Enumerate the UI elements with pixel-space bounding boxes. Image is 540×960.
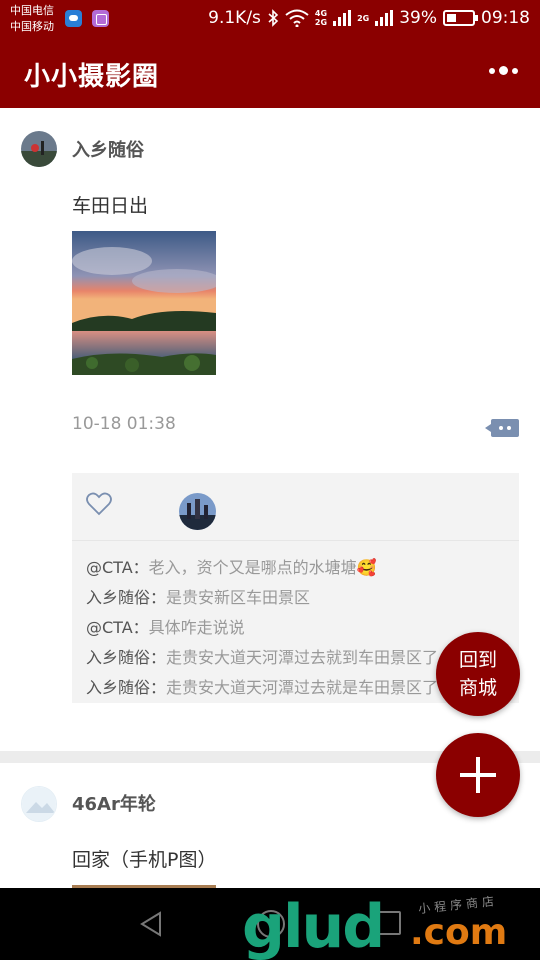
post-time: 10-18 01:38	[72, 414, 176, 434]
post-text: 车田日出	[72, 195, 149, 217]
watermark-logo: glud	[242, 892, 385, 960]
avatar[interactable]	[21, 131, 57, 167]
heart-icon[interactable]	[86, 492, 112, 516]
comment-text: 走贵安大道天河潭过去就是车田景区了	[166, 678, 439, 697]
net-speed: 9.1K/s	[208, 8, 261, 28]
signal-2-icon	[375, 10, 394, 26]
comment-author[interactable]: 入乡随俗：	[86, 678, 166, 697]
battery-percent: 39%	[399, 8, 437, 28]
gallery-notification-icon	[92, 10, 109, 27]
bluetooth-icon	[268, 9, 279, 27]
post-text: 回家（手机P图）	[72, 849, 217, 871]
avatar[interactable]	[21, 786, 57, 822]
more-dots-icon[interactable]	[489, 66, 518, 75]
comment-text: 是贵安新区车田景区	[166, 588, 311, 607]
battery-icon	[443, 10, 478, 26]
post-photo[interactable]	[72, 231, 216, 375]
post-username[interactable]: 46Ar年轮	[72, 790, 156, 816]
carrier-2: 中国移动	[10, 20, 54, 33]
comment-author[interactable]: @CTA：	[86, 618, 149, 637]
app-header: 小小摄影圈	[0, 38, 540, 108]
liker-avatar[interactable]	[179, 493, 216, 530]
add-post-button[interactable]	[436, 733, 520, 817]
comment-author[interactable]: 入乡随俗：	[86, 588, 166, 607]
comment-text: 老入，资个又是哪点的水塘塘🥰	[148, 558, 377, 577]
likes-row	[72, 473, 519, 541]
back-to-mall-label-1: 回到	[458, 649, 497, 671]
wifi-icon	[285, 9, 309, 27]
comment-author[interactable]: 入乡随俗：	[86, 648, 166, 667]
back-icon[interactable]	[138, 910, 164, 938]
message-notification-icon	[65, 10, 82, 27]
comment-text: 具体咋走说说	[148, 618, 245, 637]
signal-1-icon	[333, 10, 352, 26]
clock: 09:18	[481, 8, 530, 28]
back-to-mall-label-2: 商城	[458, 677, 497, 699]
status-bar: 中国电信 中国移动 9.1K/s 4G 2G 2G 39% 09:18	[0, 0, 540, 38]
network-type-1: 4G 2G	[314, 9, 328, 27]
carrier-info: 中国电信 中国移动	[10, 3, 54, 35]
page-title: 小小摄影圈	[24, 62, 160, 92]
post-username[interactable]: 入乡随俗	[72, 136, 144, 162]
watermark-suffix: .com	[410, 912, 508, 953]
comment-author[interactable]: @CTA：	[86, 558, 149, 577]
comment-item[interactable]: 入乡随俗：是贵安新区车田景区	[86, 583, 519, 613]
back-to-mall-button[interactable]: 回到 商城	[436, 632, 520, 716]
network-type-2: 2G	[357, 13, 370, 23]
comment-item[interactable]: @CTA：老入，资个又是哪点的水塘塘🥰	[86, 553, 519, 583]
carrier-1: 中国电信	[10, 4, 54, 17]
comment-text: 走贵安大道天河潭过去就到车田景区了	[166, 648, 439, 667]
comment-icon[interactable]	[485, 419, 519, 437]
